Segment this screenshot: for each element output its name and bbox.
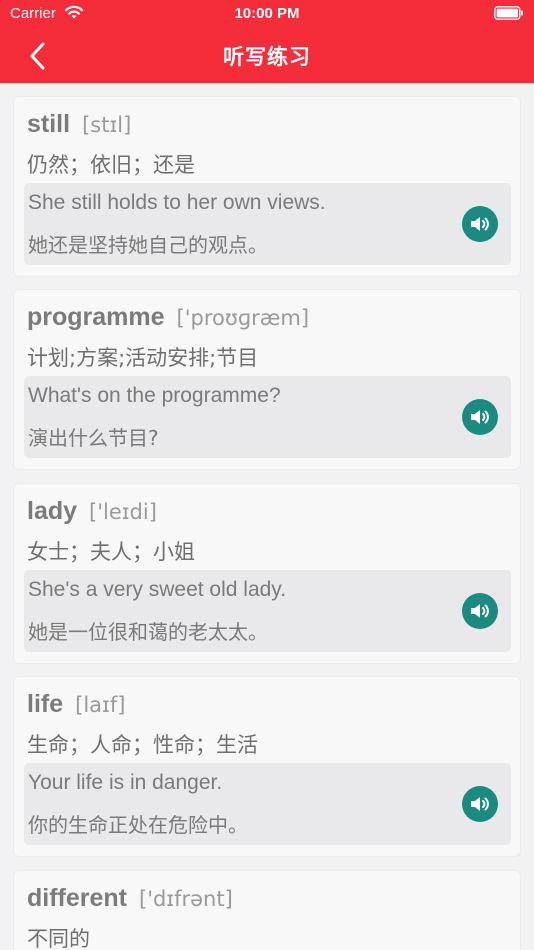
- meaning-text: 女士；夫人；小姐: [27, 540, 195, 564]
- word-line: life [laɪf]: [27, 690, 125, 720]
- phonetic-text: [laɪf]: [75, 693, 126, 717]
- example-box[interactable]: What's on the programme? 演出什么节目?: [24, 376, 511, 458]
- play-audio-button[interactable]: [462, 786, 498, 822]
- word-card: programme ['proʊɡræm] 计划;方案;活动安排;节目 What'…: [13, 289, 521, 470]
- example-chinese: 她还是坚持她自己的观点。: [28, 233, 268, 257]
- word-line: lady ['leɪdi]: [27, 497, 157, 527]
- phonetic-text: ['leɪdi]: [89, 500, 157, 524]
- header: Carrier 10:00 PM 听写练习: [0, 0, 534, 83]
- word-list[interactable]: still [stɪl] 仍然；依旧；还是 She still holds to …: [0, 83, 534, 950]
- play-audio-button[interactable]: [462, 399, 498, 435]
- meaning-text: 生命；人命；性命；生活: [27, 733, 258, 757]
- example-chinese: 演出什么节目?: [28, 426, 159, 450]
- example-chinese: 你的生命正处在危险中。: [28, 813, 248, 837]
- example-english: She's a very sweet old lady.: [28, 578, 287, 601]
- word-line: different ['dɪfrənt]: [27, 884, 233, 914]
- battery-icon: [494, 6, 523, 20]
- phonetic-text: [stɪl]: [82, 113, 132, 137]
- word-text: lady: [27, 497, 78, 525]
- word-card: different ['dɪfrənt] 不同的: [13, 870, 521, 950]
- word-text: life: [27, 690, 64, 718]
- speaker-icon: [471, 410, 489, 424]
- example-box[interactable]: She's a very sweet old lady. 她是一位很和蔼的老太太…: [24, 570, 511, 652]
- example-english: Your life is in danger.: [28, 771, 223, 794]
- status-time: 10:00 PM: [234, 5, 300, 22]
- example-box[interactable]: She still holds to her own views. 她还是坚持她…: [24, 183, 511, 265]
- phonetic-text: ['dɪfrənt]: [139, 887, 233, 911]
- meaning-text: 不同的: [27, 927, 90, 950]
- word-line: still [stɪl]: [27, 110, 131, 140]
- speaker-icon: [471, 604, 489, 618]
- meaning-text: 计划;方案;活动安排;节目: [27, 346, 259, 370]
- word-card: life [laɪf] 生命；人命；性命；生活 Your life is in d…: [13, 676, 521, 857]
- phonetic-text: ['proʊɡræm]: [176, 306, 310, 330]
- play-audio-button[interactable]: [462, 206, 498, 242]
- word-text: different: [27, 884, 127, 912]
- status-bar: Carrier 10:00 PM: [0, 0, 534, 28]
- speaker-icon: [471, 217, 489, 231]
- example-box[interactable]: Your life is in danger. 你的生命正处在危险中。: [24, 763, 511, 845]
- meaning-text: 仍然；依旧；还是: [27, 153, 195, 177]
- example-english: She still holds to her own views.: [28, 191, 326, 214]
- word-text: programme: [27, 303, 165, 331]
- nav-bar: 听写练习: [0, 28, 534, 83]
- example-english: What's on the programme?: [28, 384, 281, 407]
- play-audio-button[interactable]: [462, 593, 498, 629]
- speaker-icon: [471, 797, 489, 811]
- example-chinese: 她是一位很和蔼的老太太。: [28, 620, 268, 644]
- page-title: 听写练习: [223, 45, 311, 69]
- word-line: programme ['proʊɡræm]: [27, 303, 309, 333]
- word-card: still [stɪl] 仍然；依旧；还是 She still holds to …: [13, 96, 521, 277]
- word-card: lady ['leɪdi] 女士；夫人；小姐 She's a very sweet…: [13, 483, 521, 664]
- word-text: still: [27, 110, 71, 138]
